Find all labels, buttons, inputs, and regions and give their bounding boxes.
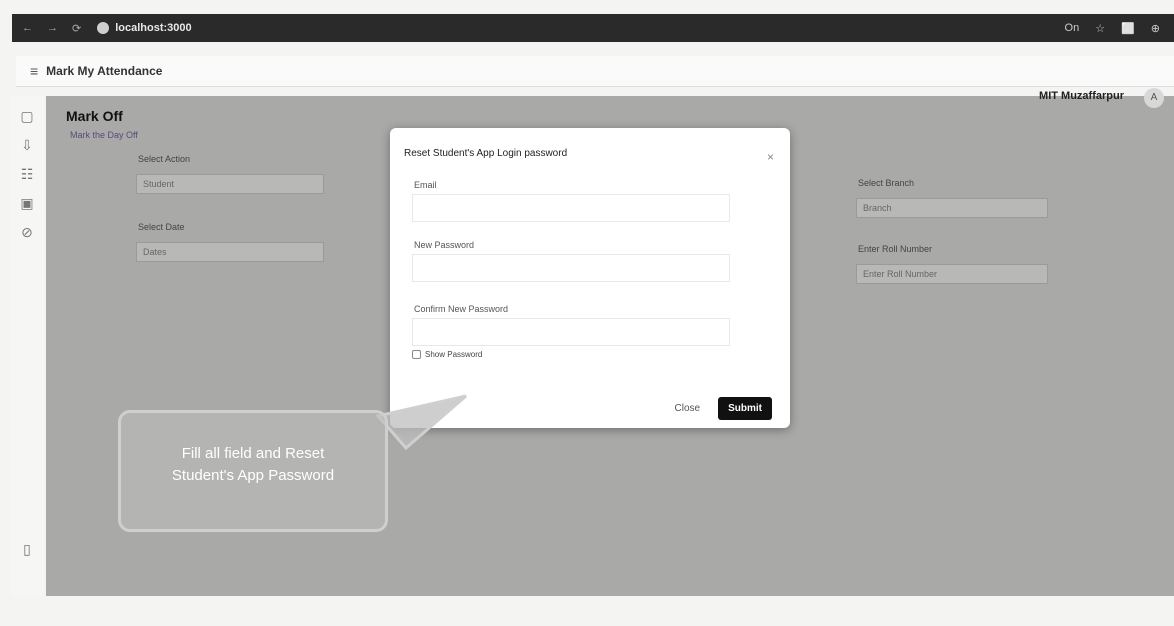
callout-line-2: Student's App Password: [171, 467, 335, 484]
roll-number-field[interactable]: Enter Roll Number: [856, 264, 1048, 284]
dialog-footer: Close Submit: [669, 397, 772, 420]
sidebar-list-icon[interactable]: ☷: [10, 166, 44, 183]
browser-nav: ← → ⟳: [22, 22, 81, 35]
select-branch-label: Select Branch: [858, 178, 915, 188]
select-date-label: Select Date: [138, 222, 185, 232]
hamburger-menu-icon[interactable]: ≡: [30, 63, 38, 79]
callout-line-1: Fill all field and Reset: [181, 445, 325, 462]
site-info-icon[interactable]: [97, 22, 110, 34]
show-password-label: Show Password: [425, 350, 483, 359]
callout-text: Fill all field and Reset Student's App P…: [121, 443, 385, 487]
page-title: Mark Off: [66, 108, 123, 124]
sidebar-calendar-icon[interactable]: ▢: [10, 108, 44, 125]
submit-button[interactable]: Submit: [718, 397, 772, 420]
roll-number-label: Enter Roll Number: [858, 244, 933, 254]
show-password-toggle[interactable]: Show Password: [412, 350, 482, 359]
extension-icon[interactable]: On: [1065, 22, 1080, 35]
callout-pointer: [376, 394, 467, 451]
new-password-field[interactable]: [412, 254, 730, 282]
app-title: Mark My Attendance: [46, 64, 163, 78]
browser-actions: On ☆ ⬜ ⊕: [1065, 22, 1160, 35]
back-icon[interactable]: ←: [22, 22, 33, 35]
select-action-label: Select Action: [138, 154, 191, 164]
sidebar-block-icon[interactable]: ⊘: [10, 224, 44, 241]
sidebar-id-card-icon[interactable]: ▣: [10, 195, 44, 212]
select-date-field[interactable]: Dates: [136, 242, 324, 262]
select-branch-field[interactable]: Branch: [856, 198, 1048, 218]
profile-icon[interactable]: ⊕: [1151, 22, 1160, 35]
instruction-callout: Fill all field and Reset Student's App P…: [118, 410, 388, 532]
close-icon[interactable]: ×: [767, 150, 774, 164]
browser-toolbar: ← → ⟳ localhost:3000 On ☆ ⬜ ⊕: [12, 14, 1174, 42]
org-name: MIT Muzaffarpur: [1039, 90, 1124, 102]
reset-password-dialog: Reset Student's App Login password × Ema…: [390, 128, 790, 428]
bookmark-star-icon[interactable]: ☆: [1095, 22, 1105, 35]
select-action-field[interactable]: Student: [136, 174, 324, 194]
tab-icon[interactable]: ⬜: [1121, 22, 1135, 35]
confirm-password-label: Confirm New Password: [414, 304, 509, 314]
app-header: ≡ Mark My Attendance: [16, 56, 1174, 87]
screenshot-photo: ← → ⟳ localhost:3000 On ☆ ⬜ ⊕ ≡ Mark My …: [0, 0, 1174, 626]
sidebar-download-icon[interactable]: ⇩: [10, 137, 44, 154]
forward-icon[interactable]: →: [47, 22, 58, 35]
user-avatar[interactable]: A: [1144, 88, 1164, 108]
sidebar: ▢ ⇩ ☷ ▣ ⊘ ▯: [10, 96, 44, 596]
show-password-checkbox[interactable]: [412, 350, 421, 359]
new-password-label: New Password: [414, 240, 475, 250]
reload-icon[interactable]: ⟳: [72, 22, 81, 35]
page-subtitle: Mark the Day Off: [70, 130, 138, 140]
email-label: Email: [414, 180, 437, 190]
dialog-title: Reset Student's App Login password: [404, 148, 568, 159]
confirm-password-field[interactable]: [412, 318, 730, 346]
close-button[interactable]: Close: [669, 402, 707, 415]
sidebar-bottom-icon[interactable]: ▯: [10, 541, 44, 558]
address-bar[interactable]: localhost:3000: [97, 22, 192, 34]
email-field[interactable]: [412, 194, 730, 222]
address-text: localhost:3000: [115, 22, 192, 34]
